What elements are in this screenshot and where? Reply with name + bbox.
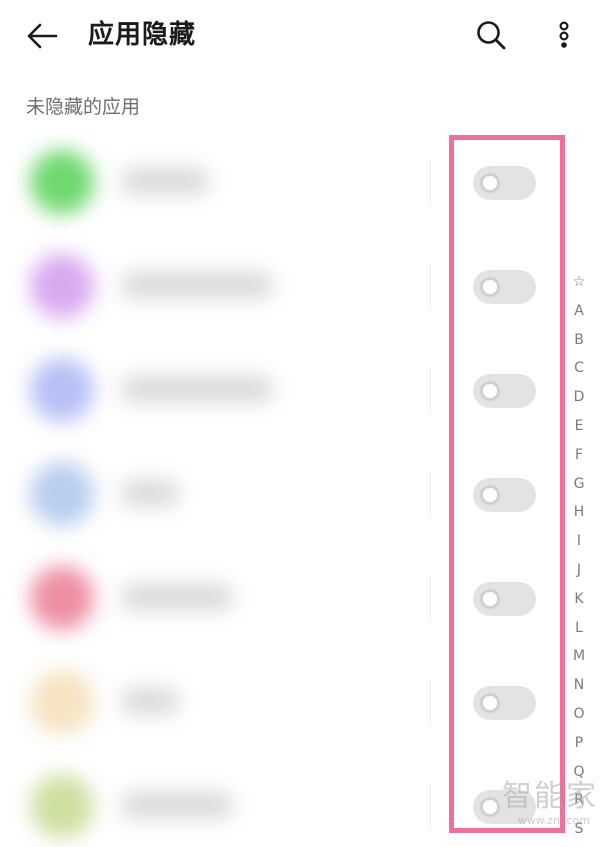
index-letter-j[interactable]: J — [566, 556, 592, 585]
blurred-app-info — [0, 442, 430, 546]
blurred-app-info — [0, 338, 430, 442]
row-divider — [430, 680, 431, 724]
section-label-unhidden-apps: 未隐藏的应用 — [26, 96, 141, 118]
hide-app-toggle[interactable] — [473, 790, 536, 824]
index-letter-s[interactable]: S — [566, 815, 592, 844]
app-name-blurred — [122, 168, 208, 194]
toggle-knob — [480, 797, 500, 817]
page-title: 应用隐藏 — [88, 20, 197, 50]
row-divider — [430, 576, 431, 620]
app-name-blurred — [122, 272, 272, 298]
toggle-knob — [480, 277, 500, 297]
index-letter-e[interactable]: E — [566, 412, 592, 441]
index-letter-a[interactable]: A — [566, 297, 592, 326]
row-divider — [430, 472, 431, 516]
row-divider — [430, 264, 431, 308]
toggle-knob — [480, 173, 500, 193]
index-letter-l[interactable]: L — [566, 614, 592, 643]
index-letter-k[interactable]: K — [566, 585, 592, 614]
index-letter-r[interactable]: R — [566, 786, 592, 815]
blurred-app-info — [0, 754, 430, 847]
hide-app-toggle[interactable] — [473, 270, 536, 304]
blurred-app-info — [0, 130, 430, 234]
app-icon — [30, 566, 94, 630]
app-icon — [30, 774, 94, 838]
app-row — [0, 650, 560, 754]
index-letter-q[interactable]: Q — [566, 758, 592, 787]
app-name-blurred — [122, 584, 232, 610]
hide-app-toggle[interactable] — [473, 478, 536, 512]
blurred-app-info — [0, 234, 430, 338]
app-row — [0, 546, 560, 650]
alphabet-index[interactable]: ☆ A B C D E F G H I J K L M N O P Q R S — [566, 268, 592, 844]
index-favorites-icon[interactable]: ☆ — [566, 268, 592, 297]
toggle-knob — [480, 485, 500, 505]
row-divider — [430, 160, 431, 204]
index-letter-p[interactable]: P — [566, 729, 592, 758]
app-row — [0, 130, 560, 234]
index-letter-g[interactable]: G — [566, 470, 592, 499]
app-row — [0, 442, 560, 546]
index-letter-h[interactable]: H — [566, 498, 592, 527]
app-icon — [30, 358, 94, 422]
hide-app-toggle[interactable] — [473, 374, 536, 408]
index-letter-i[interactable]: I — [566, 527, 592, 556]
toggle-knob — [480, 693, 500, 713]
index-letter-b[interactable]: B — [566, 326, 592, 355]
app-name-blurred — [122, 688, 178, 714]
app-icon — [30, 150, 94, 214]
app-icon — [30, 670, 94, 734]
app-hide-screen: 应用隐藏 未隐藏的应用 ☆ A B C D E F G H I J K L M … — [0, 0, 600, 847]
app-icon — [30, 254, 94, 318]
app-icon — [30, 462, 94, 526]
index-letter-n[interactable]: N — [566, 671, 592, 700]
app-name-blurred — [122, 480, 178, 506]
row-divider — [430, 368, 431, 412]
index-letter-d[interactable]: D — [566, 383, 592, 412]
app-row — [0, 338, 560, 442]
app-row — [0, 234, 560, 338]
top-bar: 应用隐藏 — [0, 0, 600, 72]
hide-app-toggle[interactable] — [473, 582, 536, 616]
blurred-app-info — [0, 650, 430, 754]
back-button[interactable] — [22, 18, 62, 54]
index-letter-c[interactable]: C — [566, 354, 592, 383]
index-letter-o[interactable]: O — [566, 700, 592, 729]
hide-app-toggle[interactable] — [473, 166, 536, 200]
app-name-blurred — [122, 792, 232, 818]
app-row — [0, 754, 560, 847]
blurred-app-info — [0, 546, 430, 650]
toggle-knob — [480, 381, 500, 401]
toggle-knob — [480, 589, 500, 609]
more-vertical-icon — [559, 21, 569, 48]
row-divider — [430, 784, 431, 828]
index-letter-m[interactable]: M — [566, 642, 592, 671]
arrow-left-icon — [27, 23, 58, 49]
index-letter-f[interactable]: F — [566, 441, 592, 470]
more-options-button[interactable] — [550, 16, 578, 54]
search-icon — [477, 21, 506, 50]
app-name-blurred — [122, 376, 272, 402]
hide-app-toggle[interactable] — [473, 686, 536, 720]
search-button[interactable] — [472, 16, 510, 54]
